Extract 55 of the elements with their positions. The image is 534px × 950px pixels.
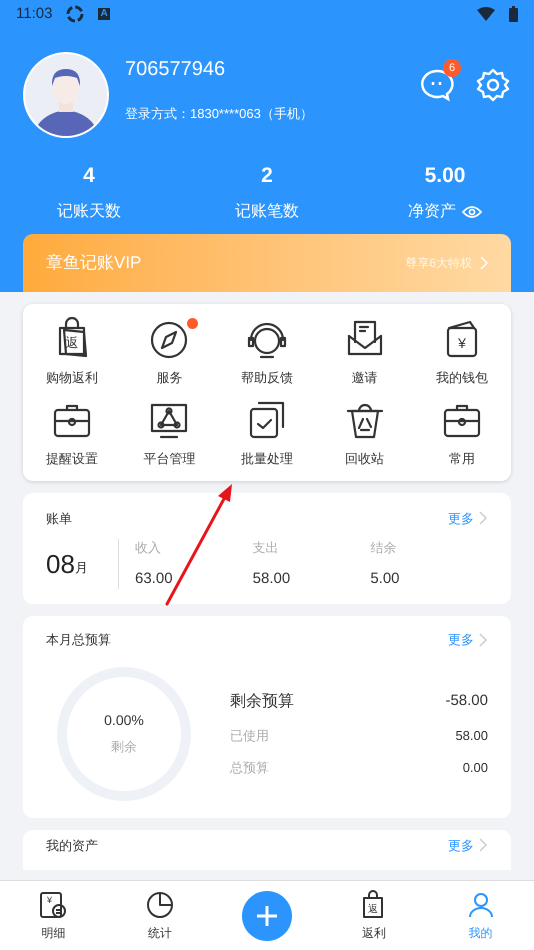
bill-amount: 63.00 [135, 568, 174, 588]
pie-chart-icon [145, 890, 176, 920]
nav-tab[interactable]: ¥ 明细 [0, 890, 107, 942]
budget-amount: -58.00 [445, 691, 488, 711]
budget-amount: 58.00 [455, 727, 488, 745]
feature-item[interactable]: 返 购物返利 [23, 316, 121, 387]
stat-label: 净资产 [408, 202, 456, 222]
plus-icon [256, 904, 278, 926]
month-unit: 月 [74, 558, 88, 576]
vip-title: 章鱼记账VIP [46, 252, 142, 274]
bill-amount: 5.00 [370, 568, 401, 588]
login-method: 登录方式：1830****063（手机） [125, 105, 314, 124]
settings-icon[interactable] [475, 67, 511, 103]
budget-label: 已使用 [230, 727, 269, 745]
bill-label: 收入 [135, 539, 162, 557]
budget-amount: 0.00 [462, 758, 488, 776]
budget-label: 总预算 [230, 758, 269, 776]
nav-tab[interactable]: 返 返利 [320, 890, 428, 942]
chevron-right-icon [478, 510, 488, 526]
bill-label: 结余 [370, 539, 398, 557]
message-count-badge: 6 [443, 59, 461, 77]
feature-item[interactable]: 服务 [120, 316, 218, 387]
feature-item[interactable]: 提醒设置 [23, 397, 121, 468]
budget-label: 剩余预算 [230, 692, 294, 712]
feature-item[interactable]: 平台管理 [120, 397, 218, 468]
status-time: 11:03 [16, 4, 52, 24]
app-icon: A [98, 8, 110, 20]
stat-label: 记账天数 [57, 202, 121, 222]
feature-item[interactable]: 回收站 [316, 397, 414, 468]
battery-icon [509, 6, 518, 22]
card-title: 我的资产 [46, 836, 98, 854]
feature-item[interactable]: 批量处理 [218, 397, 316, 468]
bill-label: 支出 [252, 539, 280, 557]
stat-value: 5.00 [424, 163, 466, 189]
feature-item[interactable]: ¥ 我的钱包 [413, 316, 511, 387]
feature-item[interactable]: 邀请 [316, 316, 414, 387]
card-title: 本月总预算 [46, 631, 111, 649]
stat-value: 4 [83, 163, 95, 189]
chevron-right-icon [478, 632, 488, 648]
wifi-icon [477, 7, 495, 21]
feature-item[interactable]: 常用 [413, 397, 511, 468]
stat-label: 记账笔数 [235, 202, 299, 222]
eye-icon[interactable] [462, 204, 482, 218]
ring-label: 剩余 [111, 738, 137, 756]
bill-month: 08 [46, 551, 75, 577]
chevron-right-icon [478, 837, 488, 854]
budget-percent: 0.00% [104, 711, 144, 730]
sync-icon [66, 5, 84, 23]
chevron-right-icon [480, 256, 488, 270]
nav-tab[interactable]: 统计 [106, 890, 214, 942]
stat-value: 2 [261, 163, 273, 189]
card-title: 账单 [46, 510, 72, 528]
bill-amount: 58.00 [252, 568, 292, 588]
user-id: 706577946 [125, 57, 226, 82]
feature-item[interactable]: 帮助反馈 [218, 316, 316, 387]
